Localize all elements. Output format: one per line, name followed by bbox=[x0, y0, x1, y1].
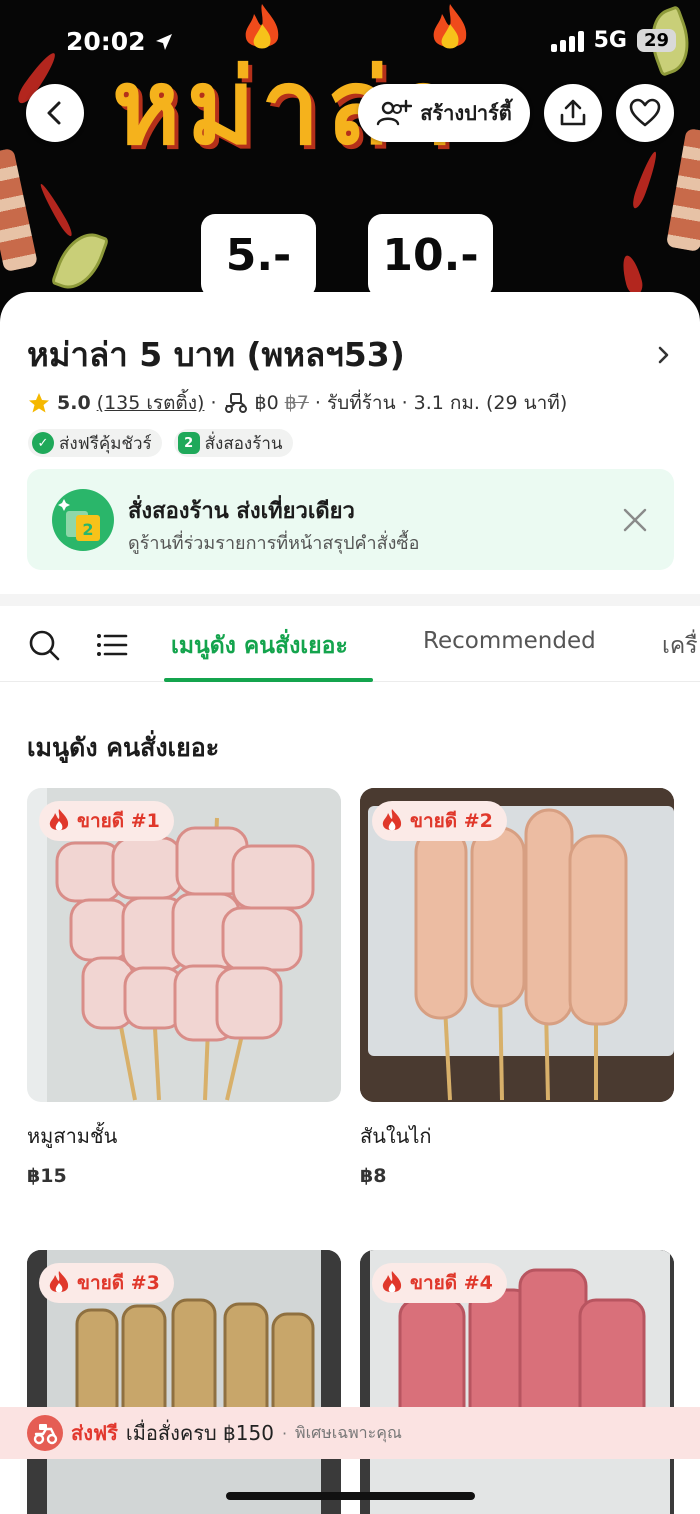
tag-label: ส่งฟรีคุ้มชัวร์ bbox=[59, 433, 152, 454]
bestseller-badge: ขายดี #2 bbox=[372, 801, 507, 841]
menu-item-photo: ขายดี #2 bbox=[360, 788, 674, 1102]
free-delivery-label: ส่งฟรี bbox=[71, 1421, 118, 1445]
share-icon bbox=[560, 99, 586, 126]
scooter-badge-icon: ✓ bbox=[32, 432, 54, 454]
store-banner: หม่าล่า 5.- 10.- 20:02 5G 29 สร้างปาร์ตี… bbox=[0, 0, 700, 330]
pickup-label: รับที่ร้าน bbox=[326, 392, 396, 414]
skewer-decoration bbox=[0, 147, 39, 273]
store-sheet: หม่าล่า 5 บาท (พหลฯ53) 5.0 (135 เรตติ้ง)… bbox=[0, 292, 700, 1514]
badge-label: ขายดี #1 bbox=[77, 810, 160, 832]
chili-decoration bbox=[619, 253, 645, 297]
delivery-fee: ฿0 bbox=[254, 392, 279, 414]
search-icon[interactable] bbox=[27, 628, 61, 662]
badge-label: ขายดี #4 bbox=[410, 1272, 493, 1294]
clock-text: 20:02 bbox=[66, 27, 146, 56]
flame-icon bbox=[382, 809, 402, 831]
free-delivery-banner[interactable]: ส่งฟรี เมื่อสั่งครบ ฿150 · พิเศษเฉพาะคุณ bbox=[0, 1407, 700, 1459]
chevron-right-icon[interactable] bbox=[655, 343, 673, 367]
scooter-icon bbox=[27, 1415, 63, 1451]
bestseller-badge: ขายดี #3 bbox=[39, 1263, 174, 1303]
free-delivery-condition: เมื่อสั่งครบ ฿150 bbox=[125, 1421, 274, 1445]
menu-item-name: หมูสามชั้น bbox=[27, 1124, 118, 1148]
store-tags: ✓ ส่งฟรีคุ้มชัวร์ 2 สั่งสองร้าน bbox=[28, 429, 293, 457]
heart-icon bbox=[629, 98, 661, 127]
create-party-label: สร้างปาร์ตี้ bbox=[420, 101, 512, 125]
chili-decoration bbox=[630, 150, 660, 210]
tag-free-delivery: ✓ ส่งฟรีคุ้มชัวร์ bbox=[28, 429, 162, 457]
tag-label: สั่งสองร้าน bbox=[204, 433, 283, 454]
status-indicators: 5G 29 bbox=[550, 28, 676, 53]
menu-item-card[interactable]: ขายดี #1 หมูสามชั้น ฿15 bbox=[27, 788, 341, 1187]
back-button[interactable] bbox=[26, 84, 84, 142]
create-party-button[interactable]: สร้างปาร์ตี้ bbox=[358, 84, 530, 142]
share-button[interactable] bbox=[544, 84, 602, 142]
store-meta: 5.0 (135 เรตติ้ง) · ฿0 ฿7 · รับที่ร้าน ·… bbox=[27, 388, 567, 418]
flame-icon bbox=[382, 1271, 402, 1293]
separator: · bbox=[281, 1423, 288, 1443]
bag-badge-icon: 2 bbox=[177, 432, 200, 454]
menu-item-price: ฿8 bbox=[360, 1165, 387, 1187]
promo-title: สั่งสองร้าน ส่งเที่ยวเดียว bbox=[128, 499, 355, 524]
price-tag-10: 10.- bbox=[368, 214, 493, 298]
menu-item-photo: ขายดี #4 bbox=[360, 1250, 674, 1514]
menu-item-photo: ขายดี #3 bbox=[27, 1250, 341, 1514]
shopping-bags-icon: 2 bbox=[52, 489, 114, 551]
menu-item-price: ฿15 bbox=[27, 1165, 67, 1187]
network-label: 5G bbox=[593, 28, 627, 53]
favorite-button[interactable] bbox=[616, 84, 674, 142]
menu-item-card[interactable]: ขายดี #2 สันในไก่ ฿8 bbox=[360, 788, 674, 1187]
add-group-icon bbox=[376, 99, 413, 126]
menu-list-icon[interactable] bbox=[95, 628, 129, 662]
star-icon bbox=[29, 393, 49, 413]
tab-recommended[interactable]: Recommended bbox=[423, 628, 596, 654]
free-delivery-note: พิเศษเฉพาะคุณ bbox=[295, 1422, 402, 1442]
battery-icon: 29 bbox=[636, 29, 676, 52]
tag-two-stores: 2 สั่งสองร้าน bbox=[173, 429, 293, 457]
tab-next[interactable]: เครื่ bbox=[662, 628, 698, 664]
promo-subtitle: ดูร้านที่ร่วมรายการที่หน้าสรุปคำสั่งซื้อ bbox=[128, 533, 420, 554]
status-time: 20:02 bbox=[66, 27, 174, 56]
store-header[interactable]: หม่าล่า 5 บาท (พหลฯ53) bbox=[27, 328, 673, 381]
chili-decoration bbox=[37, 182, 75, 238]
tab-popular[interactable]: เมนูดัง คนสั่งเยอะ bbox=[171, 628, 348, 664]
bestseller-badge: ขายดี #4 bbox=[372, 1263, 507, 1303]
section-divider bbox=[0, 594, 700, 606]
menu-tab-bar: เมนูดัง คนสั่งเยอะ Recommended เครื่ bbox=[0, 606, 700, 682]
badge-label: ขายดี #2 bbox=[410, 810, 493, 832]
separator: · bbox=[210, 392, 217, 414]
menu-item-photo: ขายดี #1 bbox=[27, 788, 341, 1102]
store-name: หม่าล่า 5 บาท (พหลฯ53) bbox=[27, 335, 405, 374]
active-tab-indicator bbox=[164, 678, 373, 682]
separator: · bbox=[401, 392, 408, 414]
location-arrow-icon bbox=[156, 34, 173, 50]
skewer-decoration bbox=[665, 127, 700, 253]
delivery-scooter-icon bbox=[224, 393, 247, 413]
price-tag-5: 5.- bbox=[201, 214, 316, 298]
leaf-decoration bbox=[50, 225, 110, 297]
two-store-promo-banner[interactable]: 2 สั่งสองร้าน ส่งเที่ยวเดียว ดูร้านที่ร่… bbox=[27, 469, 674, 570]
menu-item-card[interactable]: ขายดี #4 bbox=[360, 1250, 674, 1514]
separator: · bbox=[314, 392, 321, 414]
flame-icon bbox=[49, 1271, 69, 1293]
rating-count-link[interactable]: (135 เรตติ้ง) bbox=[97, 388, 205, 418]
distance-eta: 3.1 กม. (29 นาที) bbox=[413, 392, 568, 414]
section-title: เมนูดัง คนสั่งเยอะ bbox=[27, 733, 220, 762]
original-fee: ฿7 bbox=[284, 392, 309, 414]
badge-label: ขายดี #3 bbox=[77, 1272, 160, 1294]
rating-value: 5.0 bbox=[57, 392, 91, 414]
promo-icon-number: 2 bbox=[82, 520, 93, 539]
menu-item-name: สันในไก่ bbox=[360, 1124, 432, 1148]
chevron-left-icon bbox=[47, 101, 61, 125]
signal-icon bbox=[550, 30, 584, 52]
close-icon[interactable] bbox=[622, 507, 648, 533]
home-indicator[interactable] bbox=[226, 1492, 475, 1500]
flame-icon bbox=[49, 809, 69, 831]
menu-item-card[interactable]: ขายดี #3 bbox=[27, 1250, 341, 1514]
bestseller-badge: ขายดี #1 bbox=[39, 801, 174, 841]
